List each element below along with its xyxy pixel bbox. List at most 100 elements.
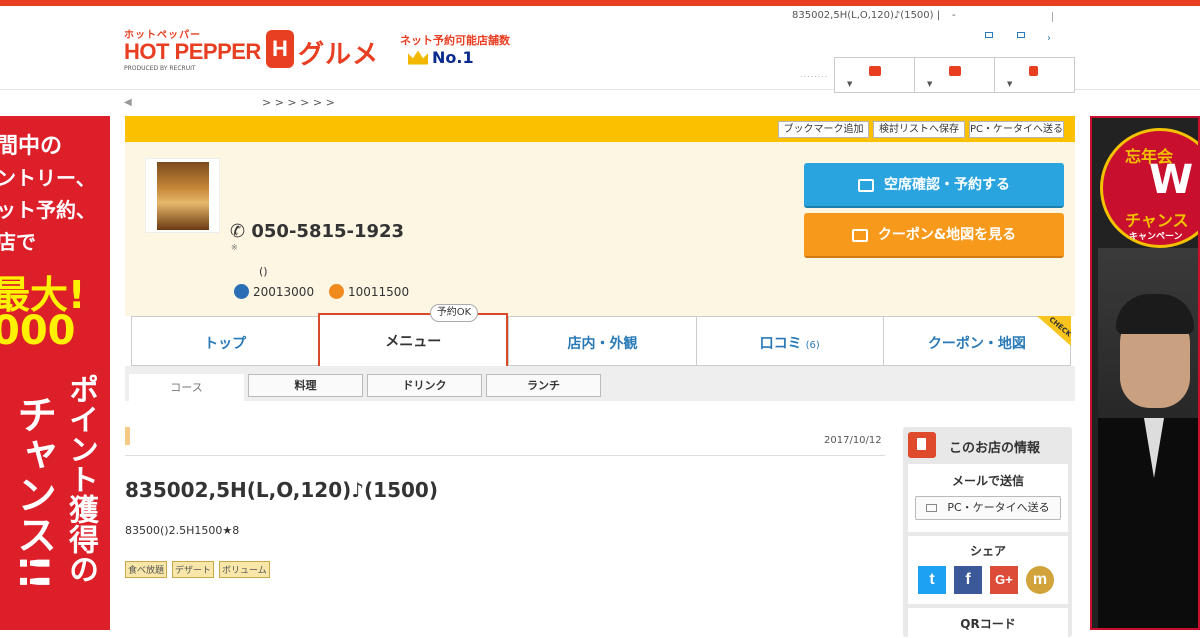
right-advertisement[interactable]: 忘年会 W チャンス キャンペーン: [1090, 116, 1200, 630]
hours-night: 20013000: [234, 284, 314, 299]
hotpepper-logo[interactable]: ホットペッパー HOT PEPPER PRODUCED BY RECRUIT: [124, 26, 264, 78]
no1-rank: No.1: [432, 48, 474, 67]
subtab-course[interactable]: コース: [129, 374, 244, 401]
no1-text: ネット予約可能店舗数: [400, 34, 510, 47]
send-to-device-button[interactable]: PC・ケータイへ送る: [969, 121, 1064, 138]
save-list-button[interactable]: 検討リストへ保存: [873, 121, 965, 138]
google-plus-icon[interactable]: G+: [990, 566, 1018, 594]
header-dash: -: [952, 10, 956, 21]
review-count: (6): [805, 340, 820, 351]
book-icon: [908, 432, 936, 458]
shop-icon: [869, 66, 881, 76]
twitter-icon[interactable]: t: [918, 566, 946, 594]
caret-down-icon: ▼: [927, 80, 933, 88]
ad-vertical-text: チャンス!!: [10, 394, 56, 591]
coupon-button-label: クーポン&地図を見る: [877, 227, 1017, 243]
mixi-icon[interactable]: m: [1026, 566, 1054, 594]
tab-label: 店内・外観: [567, 336, 638, 352]
course-tag: デザート: [172, 561, 215, 578]
subtab-lunch[interactable]: ランチ: [486, 374, 601, 397]
no1-banner: ネット予約可能店舗数 No.1: [400, 32, 518, 67]
phone-icon: ✆: [230, 221, 246, 242]
hours-day: 10011500: [329, 284, 409, 299]
logo-produced: PRODUCED BY RECRUIT: [124, 65, 196, 72]
phone-number[interactable]: ✆ 050-5815-1923: [230, 221, 404, 242]
header-menu-bookmark[interactable]: ▼: [915, 58, 995, 92]
tab-menu[interactable]: メニュー: [318, 313, 509, 366]
bookmark-icon: [949, 66, 961, 76]
divider: [125, 455, 885, 456]
header-menu-shop[interactable]: ▼: [835, 58, 915, 92]
tab-label: メニュー: [385, 334, 442, 350]
ad-text-line: ット予約、: [0, 198, 96, 222]
badge-mid-text: チャンス: [1125, 211, 1189, 230]
window-icon[interactable]: [985, 32, 993, 38]
ad-text-line: 店で: [0, 230, 36, 254]
envelope-icon: [926, 504, 938, 512]
mail-button-label: PC・ケータイへ送る: [947, 501, 1050, 514]
caret-down-icon: ▼: [1007, 80, 1013, 88]
logo-h-icon[interactable]: H: [266, 30, 294, 68]
shop-photo: [157, 162, 209, 230]
course-tag: 食べ放題: [125, 561, 168, 578]
tab-label: トップ: [204, 336, 247, 352]
header-menu-user[interactable]: ▼: [995, 58, 1074, 92]
tab-top[interactable]: トップ: [131, 316, 319, 366]
window-icon[interactable]: [1017, 32, 1025, 38]
sidebar-title: このお店の情報: [949, 441, 1041, 456]
reserve-button[interactable]: 空席確認・予約する: [804, 163, 1064, 208]
course-description: 83500()2.5H1500★8: [125, 524, 240, 537]
course-tags: 食べ放題 デザート ボリューム: [125, 561, 270, 578]
tab-interior[interactable]: 店内・外観: [508, 316, 696, 366]
section-marker: [125, 427, 130, 445]
header-separator: [1052, 12, 1053, 22]
moon-icon: [234, 284, 249, 299]
facebook-icon[interactable]: f: [954, 566, 982, 594]
left-advertisement[interactable]: 間中の ントリー、 ット予約、 店で 最大! 000 ポイント獲得の チャンス!…: [0, 116, 110, 630]
phone-note: ※: [231, 243, 238, 252]
subtab-drink[interactable]: ドリンク: [367, 374, 482, 397]
reserve-button-label: 空席確認・予約する: [884, 177, 1010, 193]
shop-thumbnail[interactable]: [145, 158, 220, 233]
logo-main: HOT PEPPER: [124, 39, 261, 64]
tab-coupon-map[interactable]: クーポン・地図: [882, 316, 1072, 366]
shop-tabs: トップ メニュー 店内・外観 口コミ (6) クーポン・地図: [131, 313, 1072, 366]
header-dots: ........: [800, 70, 829, 79]
ad-photo-suit: [1098, 418, 1198, 628]
bookmark-add-button[interactable]: ブックマーク追加: [778, 121, 869, 138]
reservation-ok-badge: 予約OK: [430, 304, 478, 322]
course-title: 835002,5H(L,O,120)♪(1500): [125, 478, 438, 502]
user-icon: [1029, 66, 1038, 76]
course-tag: ボリューム: [219, 561, 270, 578]
badge-bot-text: キャンペーン: [1129, 232, 1183, 242]
caret-down-icon: ▼: [847, 80, 853, 88]
ad-text-line: 間中の: [0, 134, 63, 159]
subtab-food[interactable]: 料理: [248, 374, 363, 397]
badge-w-text: W: [1149, 157, 1194, 203]
breadcrumb-back-icon[interactable]: ◀: [124, 97, 132, 108]
send-to-device-sidebar-button[interactable]: PC・ケータイへ送る: [915, 496, 1061, 520]
hours-day-value: 10011500: [348, 284, 410, 299]
ad-number: 000: [0, 308, 76, 354]
crown-icon: [408, 50, 428, 65]
shop-access: (): [259, 265, 268, 278]
calendar-icon: [858, 178, 874, 192]
header-course-link[interactable]: 835002,5H(L,O,120)♪(1500) |: [792, 10, 940, 21]
ad-campaign-badge: 忘年会 W チャンス キャンペーン: [1100, 128, 1198, 248]
chevron-right-icon[interactable]: ›: [1047, 33, 1051, 44]
coupon-icon: [851, 228, 868, 242]
coupon-map-button[interactable]: クーポン&地図を見る: [804, 213, 1064, 258]
logo-gurume[interactable]: グルメ: [298, 34, 379, 71]
sun-icon: [329, 284, 344, 299]
tab-reviews[interactable]: 口コミ (6): [695, 316, 883, 366]
tab-label: 口コミ: [759, 336, 802, 352]
shop-info-sidebar: [903, 427, 1072, 637]
hours-night-value: 20013000: [253, 284, 315, 299]
mail-label: メールで送信: [951, 474, 1024, 488]
tab-label: クーポン・地図: [927, 336, 1026, 352]
header-menu-box: ▼ ▼ ▼: [834, 57, 1075, 93]
course-date: 2017/10/12: [824, 435, 882, 446]
share-label: シェア: [969, 544, 1006, 558]
breadcrumb[interactable]: > > > > > >: [262, 96, 335, 109]
qr-label: QRコード: [960, 617, 1016, 631]
